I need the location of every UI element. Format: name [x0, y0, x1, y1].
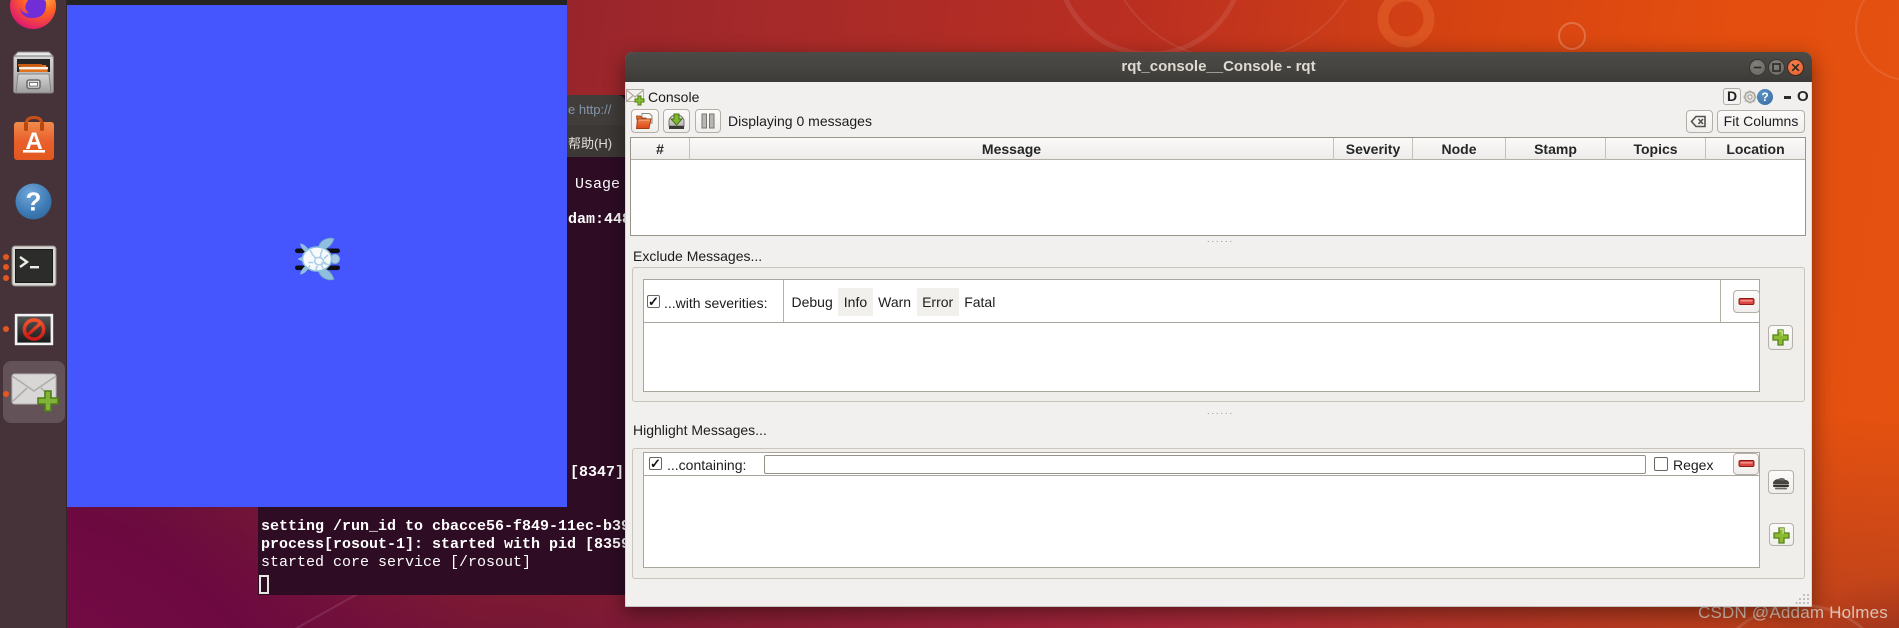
svg-text:?: ? [26, 187, 42, 217]
